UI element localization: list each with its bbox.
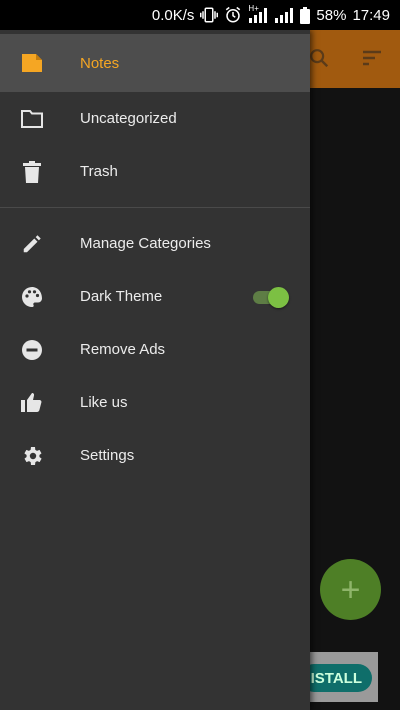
signal-icon-2 [274,7,294,23]
alarm-icon [224,6,242,24]
note-icon [20,51,44,75]
thumbs-up-icon [20,391,44,415]
gear-icon [20,444,44,468]
app-screen: 0.0K/s H+ 58% 17:49 + ISTALL Notes Uncat… [0,0,400,710]
ad-install-button[interactable]: ISTALL [300,664,372,692]
drawer-item-remove-ads[interactable]: Remove Ads [0,323,310,376]
signal-icon: H+ [248,4,268,23]
ad-install-label: ISTALL [310,669,362,687]
drawer-item-label: Trash [80,163,118,180]
pencil-icon [20,232,44,256]
folder-icon [20,107,44,131]
clock: 17:49 [352,6,390,24]
vibrate-icon [200,6,219,24]
battery-level: 58% [316,6,347,24]
drawer-item-label: Manage Categories [80,235,211,252]
drawer-item-label: Settings [80,447,135,464]
navigation-drawer: Notes Uncategorized Trash Manage Categor… [0,30,310,710]
status-bar: 0.0K/s H+ 58% 17:49 [0,0,400,30]
minus-circle-icon [20,338,44,362]
net-speed: 0.0K/s [151,6,195,24]
drawer-item-like-us[interactable]: Like us [0,376,310,429]
sort-icon[interactable] [360,47,384,74]
drawer-item-label: Remove Ads [80,341,166,358]
drawer-item-label: Uncategorized [80,110,177,127]
palette-icon [20,285,44,309]
drawer-item-label: Like us [80,394,128,411]
drawer-item-settings[interactable]: Settings [0,429,310,482]
trash-icon [20,160,44,184]
drawer-item-notes[interactable]: Notes [0,34,310,92]
drawer-divider [0,207,310,208]
drawer-item-manage-categories[interactable]: Manage Categories [0,217,310,270]
plus-icon: + [340,570,361,609]
drawer-item-dark-theme[interactable]: Dark Theme [0,270,310,323]
add-note-button[interactable]: + [320,559,381,620]
search-icon[interactable] [308,47,330,74]
network-type: H+ [248,4,259,13]
dark-theme-toggle[interactable] [253,287,289,308]
battery-icon [300,6,311,24]
drawer-item-label: Dark Theme [80,288,163,305]
toggle-thumb [268,287,289,308]
drawer-item-trash[interactable]: Trash [0,145,310,198]
drawer-item-uncategorized[interactable]: Uncategorized [0,92,310,145]
drawer-item-label: Notes [80,54,120,72]
